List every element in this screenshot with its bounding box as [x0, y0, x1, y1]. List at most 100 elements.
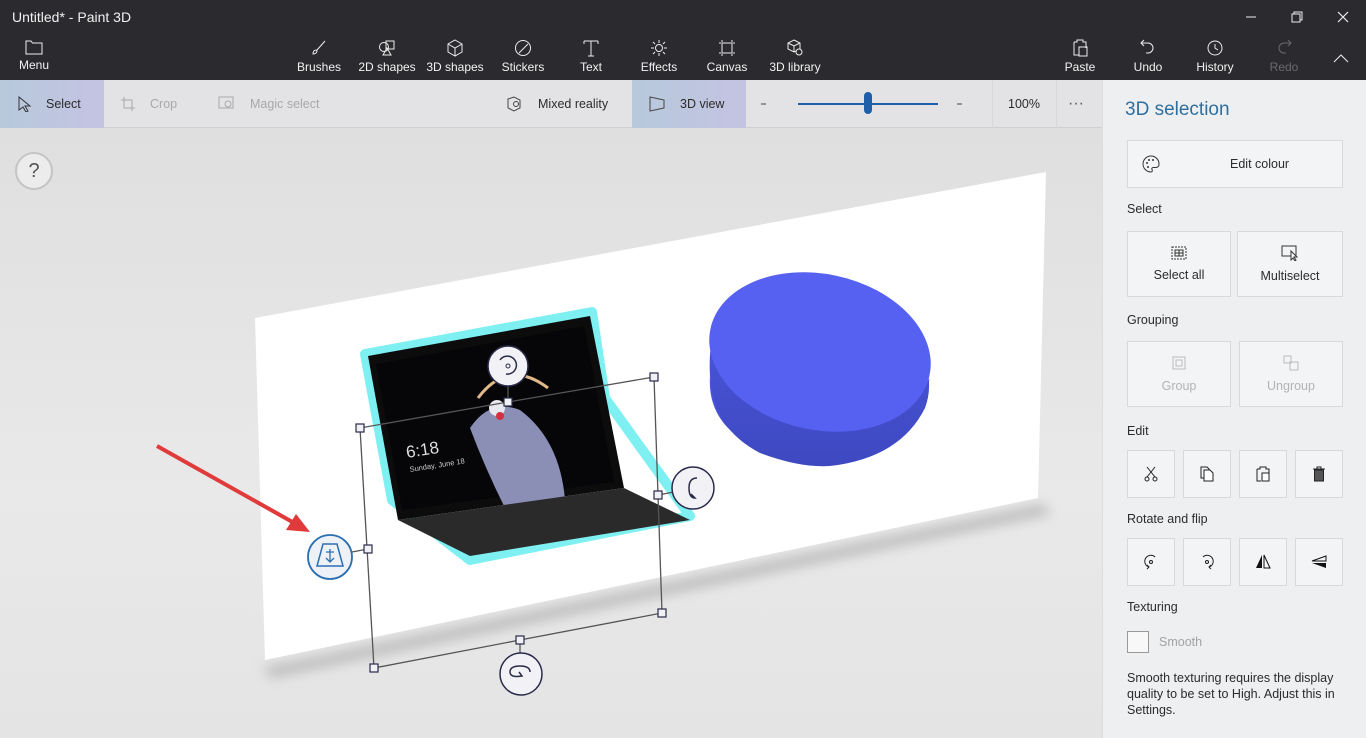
- mixed-reality-label: Mixed reality: [538, 97, 609, 111]
- tool-canvas[interactable]: Canvas: [704, 34, 750, 80]
- paste-button[interactable]: Paste: [1060, 34, 1100, 80]
- edit-colour-button[interactable]: Edit colour: [1127, 140, 1343, 188]
- crop-icon: [121, 97, 135, 111]
- undo-icon: [1140, 39, 1154, 54]
- tool-text[interactable]: Text: [574, 34, 608, 80]
- tool-stickers[interactable]: Stickers: [500, 34, 546, 80]
- restore-button[interactable]: [1274, 0, 1320, 34]
- multiselect-button[interactable]: Multiselect: [1237, 231, 1343, 297]
- 3d-shapes-icon: [447, 39, 463, 57]
- ungroup-button[interactable]: Ungroup: [1239, 341, 1343, 407]
- resize-handle[interactable]: [363, 544, 373, 554]
- group-label: Group: [1161, 379, 1197, 393]
- multiselect-label: Multiselect: [1260, 269, 1320, 283]
- smooth-texturing-note: Smooth texturing requires the display qu…: [1127, 671, 1335, 717]
- window-title: Untitled* - Paint 3D: [12, 9, 132, 25]
- cursor-icon: [18, 96, 32, 112]
- history-button[interactable]: History: [1192, 34, 1238, 80]
- restore-icon: [1291, 11, 1303, 23]
- tool-effects[interactable]: Effects: [636, 34, 682, 80]
- flip-vertical-button[interactable]: [1295, 538, 1343, 586]
- magic-select-tool[interactable]: Magic select: [218, 80, 338, 128]
- ribbon: Menu Brushes 2D shapes 3D shapes Sticker…: [0, 34, 1366, 80]
- select-section-label: Select: [1127, 202, 1162, 216]
- tool-brushes[interactable]: Brushes: [296, 34, 342, 80]
- mixed-reality-button[interactable]: Mixed reality: [506, 80, 626, 128]
- tool-label: 2D shapes: [358, 60, 416, 74]
- menu-label: Menu: [18, 58, 50, 72]
- canvas-area[interactable]: ? 6:18 Sunday, June 18: [0, 128, 1102, 738]
- tool-3d-shapes[interactable]: 3D shapes: [426, 34, 484, 80]
- crane-wattle: [496, 412, 504, 420]
- rotate-z-handle[interactable]: [487, 345, 529, 387]
- canvas-icon: [719, 40, 735, 56]
- texturing-section-label: Texturing: [1127, 600, 1178, 614]
- zoom-in-button[interactable]: [956, 80, 976, 128]
- rotate-left-icon: [1144, 554, 1156, 570]
- 3d-view-label: 3D view: [680, 97, 725, 111]
- resize-handle[interactable]: [515, 635, 525, 645]
- select-all-button[interactable]: Select all: [1127, 231, 1231, 297]
- resize-handle[interactable]: [657, 608, 667, 618]
- flip-vertical-icon: [1311, 555, 1327, 568]
- smooth-checkbox[interactable]: [1127, 631, 1149, 653]
- minimize-button[interactable]: [1228, 0, 1274, 34]
- paste-panel-button[interactable]: [1239, 450, 1287, 498]
- resize-handle[interactable]: [653, 490, 663, 500]
- copy-icon: [1200, 466, 1214, 482]
- history-icon: [1207, 40, 1223, 56]
- zoom-out-button[interactable]: [760, 80, 780, 128]
- brush-icon: [312, 40, 326, 55]
- divider: [992, 80, 993, 128]
- rotate-right-icon: [1202, 554, 1214, 570]
- rotate-right-button[interactable]: [1183, 538, 1231, 586]
- tool-label: Brushes: [296, 60, 342, 74]
- group-button[interactable]: Group: [1127, 341, 1231, 407]
- more-options-button[interactable]: ···: [1068, 80, 1088, 128]
- delete-button[interactable]: [1295, 450, 1343, 498]
- minimize-icon: [1246, 16, 1256, 18]
- zoom-level[interactable]: 100%: [1008, 80, 1048, 128]
- redo-button[interactable]: Redo: [1264, 34, 1304, 80]
- resize-handle[interactable]: [649, 372, 659, 382]
- ungroup-label: Ungroup: [1267, 379, 1315, 393]
- flip-horizontal-button[interactable]: [1239, 538, 1287, 586]
- select-tool[interactable]: Select: [0, 80, 104, 128]
- 3d-view-toggle[interactable]: 3D view: [632, 80, 746, 128]
- smooth-label: Smooth: [1159, 635, 1203, 649]
- magic-select-label: Magic select: [250, 97, 320, 111]
- copy-button[interactable]: [1183, 450, 1231, 498]
- zoom-slider-thumb[interactable]: [864, 92, 872, 114]
- resize-handle[interactable]: [503, 397, 513, 407]
- rotate-x-handle[interactable]: [499, 652, 543, 696]
- select-all-icon: [1171, 246, 1187, 260]
- close-icon: [1337, 11, 1349, 23]
- text-icon: [583, 40, 599, 57]
- tool-3d-library[interactable]: 3D library: [766, 34, 824, 80]
- tool-2d-shapes[interactable]: 2D shapes: [358, 34, 416, 80]
- push-back-handle[interactable]: [307, 534, 353, 580]
- flip-horizontal-icon: [1256, 554, 1271, 569]
- rotate-y-handle[interactable]: [671, 466, 715, 510]
- effects-icon: [651, 40, 667, 56]
- mixed-reality-icon: [507, 96, 521, 112]
- edit-colour-label: Edit colour: [1230, 157, 1290, 171]
- menu-button[interactable]: Menu: [14, 34, 54, 80]
- toolbar: Select Crop Magic select Mixed reality 3…: [0, 80, 1102, 128]
- resize-handle[interactable]: [369, 663, 379, 673]
- resize-handle[interactable]: [355, 423, 365, 433]
- action-label: Paste: [1064, 60, 1096, 74]
- chevron-up-icon: [1333, 54, 1349, 63]
- grouping-section-label: Grouping: [1127, 313, 1179, 327]
- title-bar: Untitled* - Paint 3D: [0, 0, 1366, 34]
- scissors-icon: [1144, 466, 1158, 482]
- palette-icon: [1142, 155, 1160, 173]
- close-button[interactable]: [1320, 0, 1366, 34]
- collapse-ribbon-button[interactable]: [1326, 34, 1356, 80]
- rotate-left-button[interactable]: [1127, 538, 1175, 586]
- cut-button[interactable]: [1127, 450, 1175, 498]
- 3d-selection-panel: 3D selection Edit colour Select Select a…: [1102, 80, 1366, 738]
- crop-tool[interactable]: Crop: [120, 80, 200, 128]
- undo-button[interactable]: Undo: [1128, 34, 1168, 80]
- zoom-slider[interactable]: [798, 92, 938, 114]
